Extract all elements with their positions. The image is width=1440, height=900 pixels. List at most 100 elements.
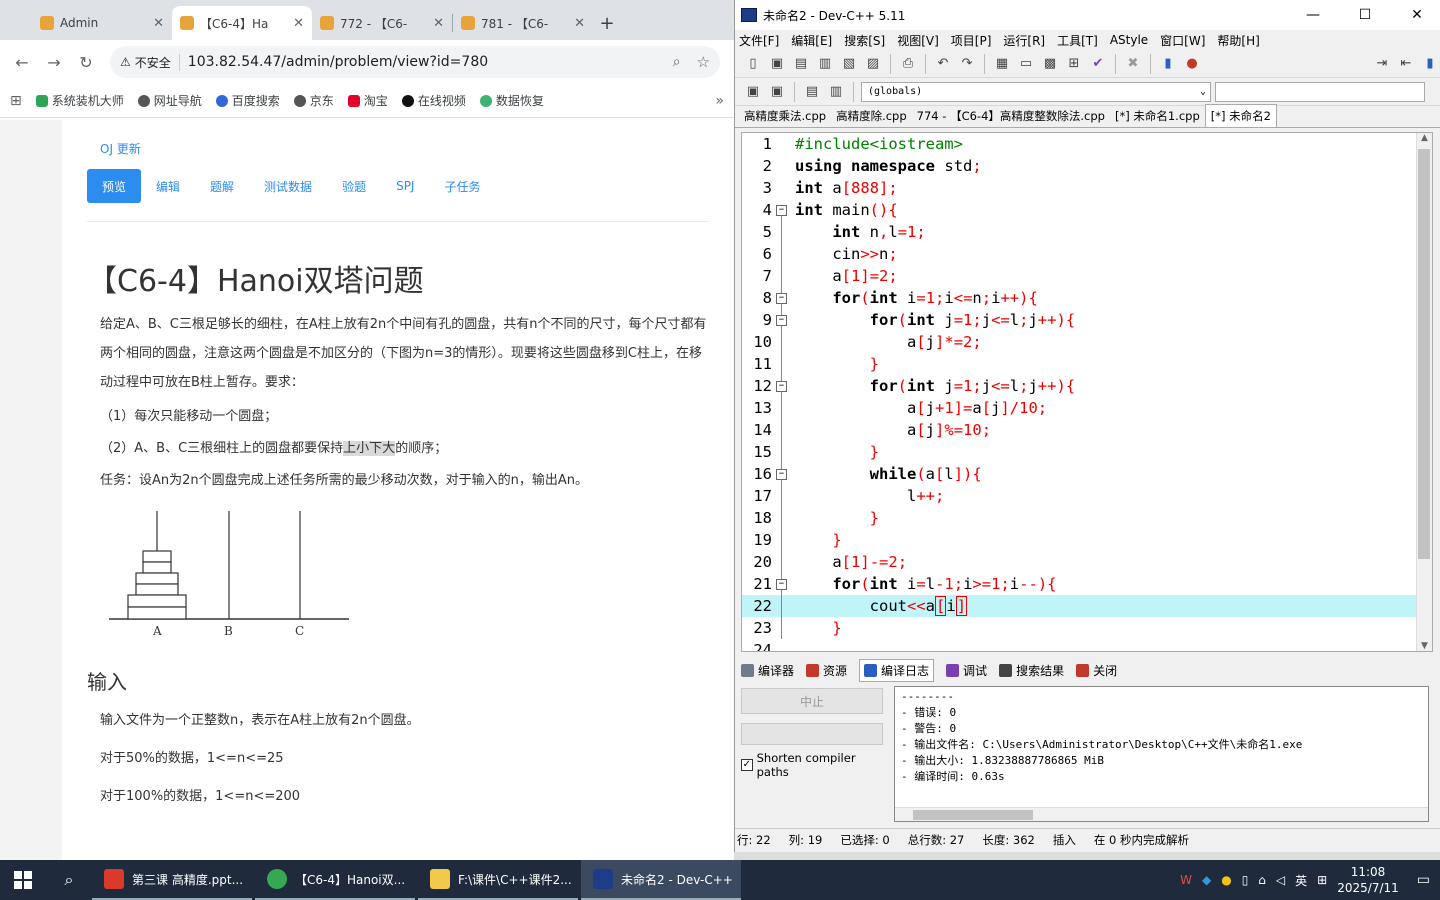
taskbar-app-ppt[interactable]: 第三课 高精度.ppt... xyxy=(92,860,252,900)
fold-toggle-icon[interactable]: − xyxy=(776,315,787,326)
forward-icon[interactable]: → xyxy=(40,48,68,76)
scroll-up-icon[interactable]: ▲ xyxy=(1417,133,1432,143)
ime-grid-icon[interactable]: ⊞ xyxy=(1317,873,1327,887)
print-icon[interactable]: ⎙ xyxy=(898,54,918,74)
browser-tab-772[interactable]: 772 - 【C6- ✕ xyxy=(312,6,452,40)
tab-compile-log[interactable]: 编译日志 xyxy=(859,658,935,682)
tab-compiler[interactable]: 编译器 xyxy=(741,662,794,679)
browser-tab-781[interactable]: 781 - 【C6- ✕ xyxy=(453,6,593,40)
scroll-down-icon[interactable]: ▼ xyxy=(1417,641,1432,651)
fold-toggle-icon[interactable]: − xyxy=(776,469,787,480)
code-line[interactable]: 2 using namespace std; xyxy=(742,155,1418,177)
code-line[interactable]: 7 a[1]=2; xyxy=(742,265,1418,287)
code-line[interactable]: 8− for(int i=1;i<=n;i++){ xyxy=(742,287,1418,309)
minimize-icon[interactable]: — xyxy=(1290,0,1336,30)
save-icon[interactable]: ▤ xyxy=(791,54,811,74)
code-line[interactable]: 4− int main(){ xyxy=(742,199,1418,232)
goto-icon[interactable]: ⇥ xyxy=(1372,54,1392,74)
bookmark-star-icon[interactable]: ☆ xyxy=(697,53,710,71)
close-tab-icon[interactable]: ✕ xyxy=(574,16,585,31)
close-tab-icon[interactable]: ✕ xyxy=(433,16,444,31)
zoom-icon[interactable]: ⌕ xyxy=(673,54,681,70)
bookmark-item[interactable]: 数据恢复 xyxy=(479,92,544,109)
code-line[interactable]: 9− for(int j=1;j<=l;j++){ xyxy=(742,309,1418,331)
tab-resources[interactable]: 资源 xyxy=(806,662,847,679)
tab-debug[interactable]: 调试 xyxy=(946,662,987,679)
reload-icon[interactable]: ↻ xyxy=(72,48,100,76)
code-line[interactable]: 15 } xyxy=(742,441,1418,463)
menu-search[interactable]: 搜索[S] xyxy=(844,32,885,49)
tab-search-results[interactable]: 搜索结果 xyxy=(999,662,1064,679)
oj-update-link[interactable]: OJ 更新 xyxy=(100,140,709,157)
menu-file[interactable]: 文件[F] xyxy=(739,32,779,49)
bookmark-icon[interactable]: ▮ xyxy=(1420,54,1440,74)
save-all-icon[interactable]: ▥ xyxy=(815,54,835,74)
tab-close[interactable]: 关闭 xyxy=(1076,662,1117,679)
ime-indicator[interactable]: 英 xyxy=(1295,872,1307,889)
file-tab[interactable]: 高精度除.cpp xyxy=(831,105,912,127)
start-button[interactable] xyxy=(0,860,46,900)
new-file-icon[interactable]: ▯ xyxy=(743,54,763,74)
fold-toggle-icon[interactable]: − xyxy=(776,205,787,216)
undo-icon[interactable]: ↶ xyxy=(933,54,953,74)
check-syntax-icon[interactable]: ✔ xyxy=(1088,54,1108,74)
file-tab[interactable]: 高精度乘法.cpp xyxy=(739,105,831,127)
toggle-bookmark-icon[interactable]: ▣ xyxy=(767,82,787,102)
new-tab-button[interactable]: + xyxy=(593,6,621,40)
fold-toggle-icon[interactable]: − xyxy=(776,293,787,304)
vertical-scrollbar[interactable]: ▲ ▼ xyxy=(1416,133,1432,651)
stop-execution-icon[interactable]: ✖ xyxy=(1123,54,1143,74)
menu-run[interactable]: 运行[R] xyxy=(1003,32,1045,49)
code-line[interactable]: 14 a[j]%=10; xyxy=(742,419,1418,441)
scrollbar-thumb[interactable] xyxy=(913,810,1033,820)
scrollbar-thumb[interactable] xyxy=(1418,149,1430,559)
code-line[interactable]: 23 } xyxy=(742,617,1418,639)
code-line[interactable]: 17 l++; xyxy=(742,485,1418,507)
taskbar-app-devcpp[interactable]: 未命名2 - Dev-C++ xyxy=(581,860,741,900)
chart-icon[interactable]: ▮ xyxy=(1158,54,1178,74)
menu-tools[interactable]: 工具[T] xyxy=(1057,32,1098,49)
back-icon[interactable]: ← xyxy=(8,48,36,76)
close-tab-icon[interactable]: ✕ xyxy=(293,16,304,31)
code-line[interactable]: 10 a[j]*=2; xyxy=(742,331,1418,353)
bookmark-item[interactable]: 在线视频 xyxy=(401,92,466,109)
clock[interactable]: 11:08 2025/7/11 xyxy=(1337,864,1399,896)
code-line-current[interactable]: 22 cout<<a[i] xyxy=(742,595,1418,617)
security-indicator[interactable]: ⚠ 不安全 xyxy=(120,53,180,71)
tab-spj[interactable]: SPJ xyxy=(381,169,429,203)
stop-compile-button[interactable]: 中止 xyxy=(741,688,883,714)
tab-solution[interactable]: 题解 xyxy=(195,169,249,203)
class-scope-select[interactable]: (globals) ⌄ xyxy=(861,81,1211,102)
search-icon[interactable]: ⌕ xyxy=(46,860,92,900)
code-line[interactable]: 12− for(int j=1;j<=l;j++){ xyxy=(742,375,1418,397)
code-line[interactable]: 1 #include<iostream> xyxy=(742,133,1418,155)
open-file-icon[interactable]: ▣ xyxy=(767,54,787,74)
fold-toggle-icon[interactable]: − xyxy=(776,381,787,392)
taskbar-app-explorer[interactable]: F:\课件\C++课件2... xyxy=(418,860,578,900)
notification-icon[interactable]: ▭ xyxy=(1417,872,1430,888)
menu-project[interactable]: 项目[P] xyxy=(951,32,992,49)
horizontal-scrollbar[interactable] xyxy=(895,807,1428,821)
browser-tab-admin[interactable]: Admin ✕ xyxy=(32,6,172,40)
compile-icon[interactable]: ▦ xyxy=(992,54,1012,74)
code-line[interactable]: 11 } xyxy=(742,353,1418,375)
bookmark-item[interactable]: 百度搜索 xyxy=(215,92,280,109)
bookmark-item[interactable]: 网址导航 xyxy=(137,92,202,109)
battery-icon[interactable]: ▯ xyxy=(1242,873,1249,887)
volume-icon[interactable]: ◁ xyxy=(1276,873,1285,887)
bookmark-item[interactable]: 系统装机大师 xyxy=(35,92,124,109)
menu-astyle[interactable]: AStyle xyxy=(1110,33,1148,47)
more-bookmarks-icon[interactable]: » xyxy=(715,93,724,109)
file-tab[interactable]: [*] 未命名1.cpp xyxy=(1110,105,1205,127)
apps-grid-icon[interactable]: ⊞ xyxy=(10,93,22,109)
menu-edit[interactable]: 编辑[E] xyxy=(791,32,832,49)
code-line[interactable]: 5 int n,l=1; xyxy=(742,221,1418,243)
tab-testdata[interactable]: 测试数据 xyxy=(249,169,327,203)
goto-line-icon[interactable]: ⇤ xyxy=(1396,54,1416,74)
redo-icon[interactable]: ↷ xyxy=(957,54,977,74)
compile-run-icon[interactable]: ▩ xyxy=(1040,54,1060,74)
function-scope-select[interactable] xyxy=(1215,81,1425,102)
browser-tab-hanoi[interactable]: 【C6-4】Ha ✕ xyxy=(172,6,312,40)
code-line[interactable]: 19 } xyxy=(742,529,1418,551)
maximize-icon[interactable]: ☐ xyxy=(1342,0,1388,30)
